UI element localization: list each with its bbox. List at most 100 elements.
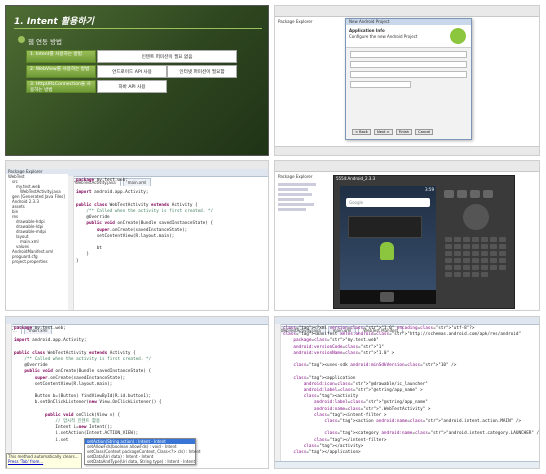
keyboard-key[interactable]	[445, 272, 452, 277]
ide-panel-2: *... main.xml package my.test.web; import…	[5, 316, 269, 469]
code-line: b.setOnClickListener(new View.OnClickLis…	[14, 400, 162, 406]
table-cell: 인터넷 퍼미션이 필요함	[167, 65, 237, 78]
google-search-widget[interactable]: Google	[346, 198, 430, 207]
editor-gutter	[68, 176, 74, 310]
keyboard-key[interactable]	[454, 237, 461, 242]
keyboard-key[interactable]	[490, 258, 497, 263]
keyboard-key[interactable]	[490, 244, 497, 249]
doc-hint-link[interactable]: Press 'Tab' from...	[7, 459, 81, 464]
slide-title: 1. Intent 활용하기	[14, 17, 94, 27]
ide-toolbar	[275, 6, 539, 17]
keyboard-key[interactable]	[463, 258, 470, 263]
cancel-button[interactable]: Cancel	[415, 129, 434, 135]
editor-gutter	[275, 324, 281, 461]
wizard-dialog: New Android Project Application Info Con…	[345, 18, 472, 140]
keyboard-key[interactable]	[454, 258, 461, 263]
keyboard-key[interactable]	[499, 251, 506, 256]
dialog-subtitle: Configure the new Android Project	[349, 34, 418, 39]
keyboard-key[interactable]	[499, 244, 506, 249]
ide-panel-1: Package Explorer WebTest src my.test.web We…	[5, 160, 269, 311]
launcher-icon[interactable]	[380, 292, 394, 302]
search-hint: Google	[349, 200, 364, 205]
keyboard-key[interactable]	[472, 251, 479, 256]
keyboard-key[interactable]	[445, 265, 452, 270]
keyboard-key[interactable]	[472, 272, 479, 277]
keyboard-key[interactable]	[463, 244, 470, 249]
editor-gutter	[6, 324, 12, 468]
slide-subtitle: 웹 연동 방법	[28, 38, 63, 46]
keyboard-key[interactable]	[445, 244, 452, 249]
home-key[interactable]	[444, 190, 454, 198]
keyboard-key[interactable]	[499, 237, 506, 242]
dialog-buttons: < Back Next > Finish Cancel	[352, 129, 434, 135]
device-screen[interactable]: 3:59 Google	[340, 186, 436, 304]
table-cell: 인텐트 퍼미션이 필요 없음	[97, 50, 237, 63]
table-cell: 안드로이드 API 사용	[97, 65, 167, 78]
keyboard-key[interactable]	[490, 237, 497, 242]
keyboard-key[interactable]	[472, 258, 479, 263]
file-tree	[278, 181, 328, 271]
autocomplete-popup[interactable]: setAction(String action) : Intent - Inte…	[84, 438, 201, 465]
keyboard-key[interactable]	[481, 265, 488, 270]
keyboard-key[interactable]	[445, 251, 452, 256]
back-button[interactable]: < Back	[352, 129, 371, 135]
code-editor[interactable]: package my.test.web; import android.app.…	[14, 326, 161, 444]
dock	[340, 290, 436, 304]
explorer-title: Package Explorer	[278, 174, 313, 179]
slide-divider	[14, 28, 262, 29]
keyboard-key[interactable]	[481, 272, 488, 277]
dialog-heading: Application Info	[349, 28, 385, 33]
keyboard-key[interactable]	[445, 258, 452, 263]
keyboard-key[interactable]	[445, 237, 452, 242]
autocomplete-item[interactable]: setDataAndType(Uri data, String type) : …	[85, 459, 195, 464]
keyboard-key[interactable]	[472, 237, 479, 242]
keyboard-key[interactable]	[454, 251, 461, 256]
manifest-panel: WebTestActivity.java main.xml WebTest Mani…	[274, 316, 540, 469]
keyboard-key[interactable]	[481, 258, 488, 263]
keyboard-key[interactable]	[472, 265, 479, 270]
package-explorer: Package Explorer WebTest src my.test.web We…	[6, 169, 69, 310]
search-key[interactable]	[483, 190, 493, 198]
form-field[interactable]	[350, 71, 467, 78]
finish-button[interactable]: Finish	[395, 129, 412, 135]
status-time: 3:59	[425, 187, 434, 192]
method-bullet-2: 2. WebView를 사용하는 방법	[26, 65, 96, 78]
form-area	[350, 51, 467, 121]
keyboard-key[interactable]	[499, 265, 506, 270]
method-bullet-3: 3. HttpURLConnection을 사용하는 방법	[26, 80, 96, 93]
keyboard-key[interactable]	[463, 237, 470, 242]
next-button[interactable]: Next >	[374, 129, 393, 135]
keyboard-key[interactable]	[463, 272, 470, 277]
emulator-title: 5554:Android_2.3.3	[336, 176, 376, 181]
keyboard-key[interactable]	[463, 265, 470, 270]
code-editor[interactable]: package my.test.web; import android.app.…	[76, 178, 213, 265]
emulator-keypad	[444, 190, 508, 300]
code-line: }	[76, 258, 79, 264]
keyboard-key[interactable]	[481, 237, 488, 242]
keyboard-key[interactable]	[454, 265, 461, 270]
keyboard-key[interactable]	[481, 251, 488, 256]
form-field[interactable]	[350, 51, 467, 58]
tree-item[interactable]: project.properties	[8, 259, 68, 264]
emulator-window: 5554:Android_2.3.3 3:59 Google	[333, 175, 515, 309]
keyboard-key[interactable]	[481, 244, 488, 249]
keyboard[interactable]	[444, 236, 508, 278]
table-cell: 자바 API 사용	[97, 80, 167, 93]
keyboard-key[interactable]	[490, 265, 497, 270]
keyboard-key[interactable]	[490, 251, 497, 256]
keyboard-key[interactable]	[472, 244, 479, 249]
menu-key[interactable]	[457, 190, 467, 198]
back-key[interactable]	[470, 190, 480, 198]
dpad[interactable]	[463, 204, 489, 230]
keyboard-key[interactable]	[463, 251, 470, 256]
code-line: class="tag"><action android:name=class="…	[324, 419, 522, 425]
form-field[interactable]	[350, 81, 411, 88]
form-field[interactable]	[350, 61, 467, 68]
file-tree: WebTest src my.test.web WebTestActivity.jav…	[6, 174, 68, 264]
keyboard-key[interactable]	[454, 244, 461, 249]
xml-editor[interactable]: class="tag"><?xml version=class="str">"1…	[283, 326, 539, 468]
keyboard-key[interactable]	[499, 258, 506, 263]
status-bar	[275, 146, 539, 155]
keyboard-key[interactable]	[454, 272, 461, 277]
android-robot-icon	[380, 242, 394, 260]
